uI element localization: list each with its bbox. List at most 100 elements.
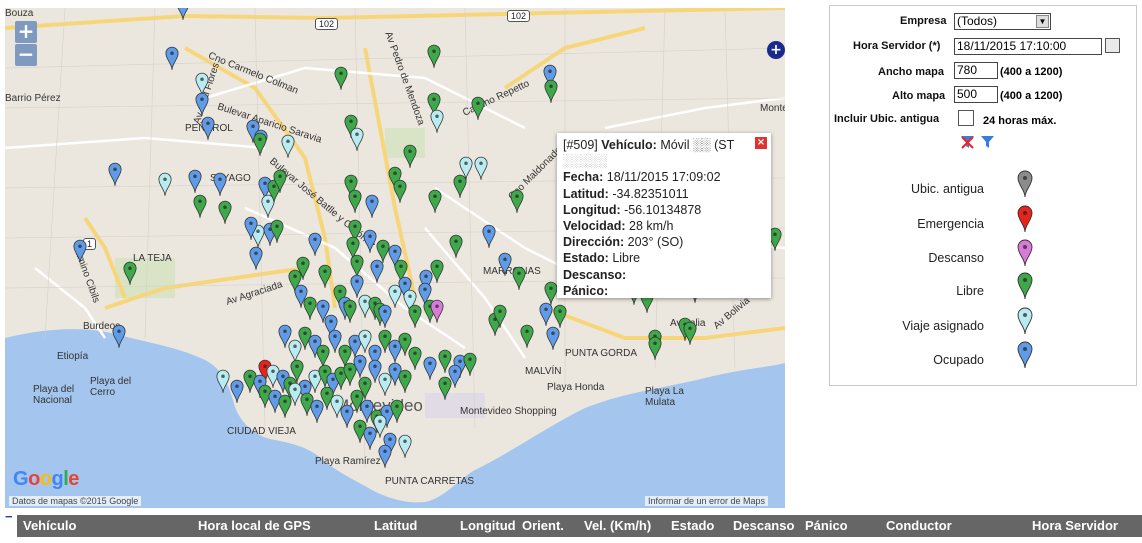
vehicle-marker-icon[interactable] — [230, 379, 244, 409]
vehicle-marker-icon[interactable] — [273, 169, 287, 199]
legend-marker-icon — [1017, 205, 1033, 236]
vehicle-marker-icon[interactable] — [463, 352, 477, 382]
table-header[interactable]: Vel. (Km/h) — [584, 518, 651, 533]
vehicle-marker-icon[interactable] — [348, 189, 362, 219]
vehicle-marker-icon[interactable] — [363, 229, 377, 259]
vehicle-marker-icon[interactable] — [112, 324, 126, 354]
table-header[interactable]: Latitud — [374, 518, 417, 533]
vehicle-marker-icon[interactable] — [498, 252, 512, 282]
vehicle-marker-icon[interactable] — [193, 194, 207, 224]
chevron-down-icon[interactable]: ▼ — [1036, 15, 1049, 28]
zoom-in-button[interactable]: + — [15, 21, 37, 43]
vehicle-marker-icon[interactable] — [270, 219, 284, 249]
place-label: Montevideo Shopping — [460, 406, 557, 417]
vehicle-marker-icon[interactable] — [108, 162, 122, 192]
vehicle-marker-icon[interactable] — [281, 134, 295, 164]
vehicle-marker-icon[interactable] — [430, 299, 444, 329]
empresa-select[interactable]: (Todos) ▼ — [954, 13, 1051, 30]
vehicle-marker-icon[interactable] — [378, 444, 392, 474]
vehicle-marker-icon[interactable] — [471, 96, 485, 126]
vehicle-marker-icon[interactable] — [448, 364, 462, 394]
vehicle-marker-icon[interactable] — [158, 172, 172, 202]
vehicle-marker-icon[interactable] — [365, 194, 379, 224]
redacted-text: ░░░░░ — [563, 154, 608, 169]
vehicle-marker-icon[interactable] — [493, 304, 507, 334]
calendar-icon[interactable] — [1105, 38, 1120, 53]
place-label: CIUDAD VIEJA — [227, 426, 296, 437]
vehicle-marker-icon[interactable] — [218, 200, 232, 230]
ancho-input[interactable]: 780 — [954, 62, 998, 79]
collapse-table-button[interactable]: − — [5, 509, 13, 524]
vehicle-table-header: Vehículo Hora local de GPS Latitud Longitud… — [17, 515, 1142, 537]
route-sign: 102 — [315, 18, 339, 30]
alto-input[interactable]: 500 — [954, 86, 998, 103]
vehicle-marker-icon[interactable] — [213, 172, 227, 202]
table-header[interactable]: Hora local de GPS — [198, 518, 311, 533]
vehicle-marker-icon[interactable] — [482, 224, 496, 254]
vehicle-marker-icon[interactable] — [393, 179, 407, 209]
map-area[interactable]: 102 102 1 Bouza Barrio Pérez Cno Carmelo… — [5, 8, 785, 508]
table-header[interactable]: Descanso — [733, 518, 794, 533]
vehicle-marker-icon[interactable] — [73, 239, 87, 269]
hora-input[interactable]: 18/11/2015 17:10:00 — [954, 38, 1102, 55]
vehicle-marker-icon[interactable] — [398, 434, 412, 464]
vehicle-marker-icon[interactable] — [249, 246, 263, 276]
vehicle-marker-icon[interactable] — [648, 336, 662, 366]
clear-filter-icon[interactable] — [960, 135, 975, 149]
table-header[interactable]: Conductor — [886, 518, 952, 533]
vehicle-marker-icon[interactable] — [430, 259, 444, 289]
table-header[interactable]: Hora Servidor — [1032, 518, 1118, 533]
vehicle-marker-icon[interactable] — [474, 156, 488, 186]
table-header[interactable]: Longitud — [460, 518, 516, 533]
table-header[interactable]: Pánico — [805, 518, 848, 533]
vehicle-marker-icon[interactable] — [403, 144, 417, 174]
vehicle-marker-icon[interactable] — [318, 264, 332, 294]
vehicle-marker-icon[interactable] — [176, 8, 190, 26]
vehicle-marker-icon[interactable] — [123, 261, 137, 291]
vehicle-marker-icon[interactable] — [216, 369, 230, 399]
vehicle-marker-icon[interactable] — [423, 356, 437, 386]
vehicle-marker-icon[interactable] — [544, 79, 558, 109]
alto-hint: (400 a 1200) — [1000, 90, 1063, 102]
incluir-hint: 24 horas máx. — [983, 115, 1057, 127]
vehicle-marker-icon[interactable] — [546, 326, 560, 356]
vehicle-marker-icon[interactable] — [303, 296, 317, 326]
zoom-out-button[interactable]: − — [15, 44, 37, 66]
fullscreen-button[interactable]: + — [767, 41, 785, 59]
vehicle-marker-icon[interactable] — [350, 127, 364, 157]
table-header[interactable]: Vehículo — [23, 518, 76, 533]
legend-label: Ubic. antigua — [911, 182, 984, 196]
vehicle-marker-icon[interactable] — [449, 234, 463, 264]
vehicle-marker-icon[interactable] — [165, 46, 179, 76]
report-error-link[interactable]: Informar de un error de Maps — [645, 496, 769, 506]
ancho-label: Ancho mapa — [878, 66, 945, 78]
incluir-checkbox[interactable] — [958, 110, 974, 126]
table-header[interactable]: Estado — [671, 518, 714, 533]
close-icon[interactable]: × — [755, 137, 767, 149]
incluir-label: Incluir Ubic. antigua — [834, 113, 940, 125]
vehicle-marker-icon[interactable] — [427, 44, 441, 74]
filter-panel: Empresa (Todos) ▼ Hora Servidor (*) 18/1… — [829, 5, 1137, 386]
filter-icon[interactable] — [980, 135, 995, 149]
vehicle-marker-icon[interactable] — [201, 116, 215, 146]
vehicle-marker-icon[interactable] — [253, 132, 267, 162]
vehicle-marker-icon[interactable] — [428, 189, 442, 219]
vehicle-marker-icon[interactable] — [430, 109, 444, 139]
table-header[interactable]: Orient. — [522, 518, 564, 533]
legend-label: Viaje asignado — [902, 319, 984, 333]
vehicle-marker-icon[interactable] — [520, 324, 534, 354]
vehicle-marker-icon[interactable] — [398, 369, 412, 399]
vehicle-marker-icon[interactable] — [683, 321, 697, 351]
place-label: Playa del Nacional — [33, 384, 75, 406]
vehicle-marker-icon[interactable] — [510, 189, 524, 219]
vehicle-marker-icon[interactable] — [512, 266, 526, 296]
vehicle-marker-icon[interactable] — [390, 399, 404, 429]
table-row[interactable] — [17, 537, 1142, 543]
vehicle-marker-icon[interactable] — [308, 232, 322, 262]
vehicle-marker-icon[interactable] — [459, 156, 473, 186]
vehicle-marker-icon[interactable] — [244, 216, 258, 246]
vehicle-marker-icon[interactable] — [334, 66, 348, 96]
legend-label: Emergencia — [917, 217, 984, 231]
place-label: Playa Ramírez — [315, 456, 381, 467]
legend-marker-icon — [1017, 272, 1033, 303]
